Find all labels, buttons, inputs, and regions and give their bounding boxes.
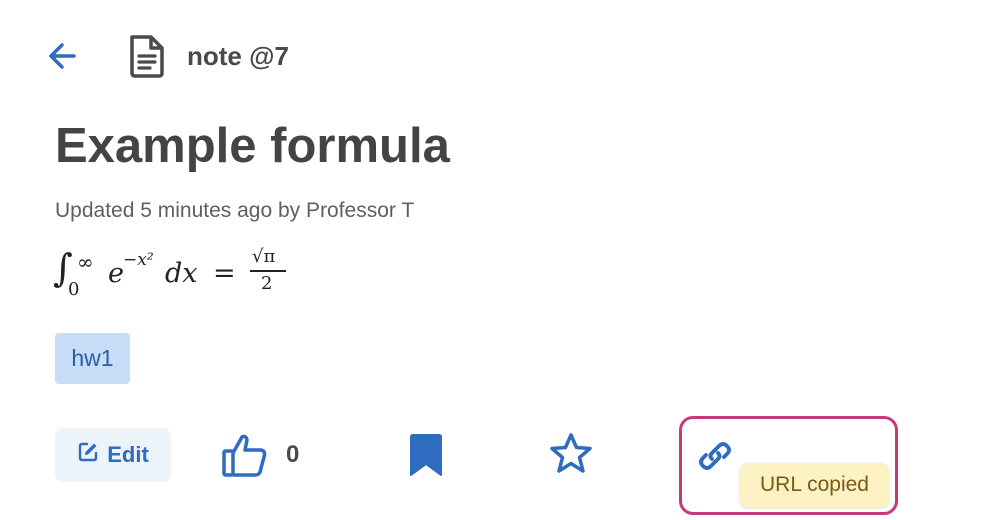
math-formula: ∫ 0 ∞ e −x² dx = √π 2 [53, 246, 313, 306]
post-meta: Updated 5 minutes ago by Professor T [55, 199, 415, 222]
edit-button-label: Edit [107, 442, 149, 467]
formula-equals: = [213, 258, 236, 289]
star-icon[interactable] [547, 431, 595, 479]
edit-icon [77, 441, 99, 469]
post-title: Example formula [55, 119, 450, 173]
link-icon[interactable] [691, 432, 739, 480]
formula-fraction-bar [250, 270, 286, 272]
url-copied-tooltip: URL copied [740, 463, 889, 507]
back-arrow-icon[interactable] [44, 36, 84, 76]
formula-exponent: −x² [123, 250, 154, 270]
formula-numerator: √π [252, 246, 276, 267]
edit-button[interactable]: Edit [55, 428, 171, 482]
formula-lower-limit: 0 [68, 279, 80, 300]
thumbs-up-icon[interactable] [221, 431, 269, 479]
formula-differential: dx [165, 258, 198, 289]
bookmark-icon[interactable] [408, 433, 444, 477]
formula-denominator: 2 [261, 273, 273, 294]
tag-hw1[interactable]: hw1 [55, 333, 130, 384]
like-count: 0 [286, 441, 300, 468]
formula-base: e [108, 258, 124, 289]
document-icon [126, 33, 168, 79]
note-label: note @7 [187, 41, 289, 71]
formula-upper-limit: ∞ [77, 250, 94, 274]
